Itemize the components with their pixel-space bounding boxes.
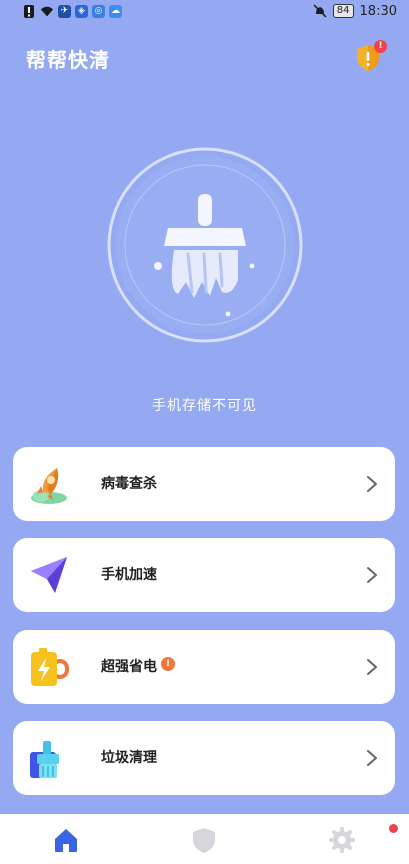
feature-card-power-saving[interactable]: 超强省电 ! bbox=[13, 630, 395, 704]
chevron-right-icon bbox=[367, 750, 377, 766]
battery-bolt-icon bbox=[27, 645, 71, 689]
alert-icon bbox=[22, 4, 36, 18]
wifi-icon bbox=[40, 4, 54, 18]
broom-icon bbox=[107, 147, 303, 343]
settings-icon bbox=[329, 827, 355, 853]
feature-card-virus-scan[interactable]: 病毒查杀 bbox=[13, 447, 395, 521]
clock: 18:30 bbox=[359, 3, 397, 19]
storage-status-text: 手机存储不可见 bbox=[152, 398, 257, 414]
trash-brush-icon bbox=[27, 736, 71, 780]
chevron-right-icon bbox=[367, 659, 377, 675]
paper-plane-icon bbox=[27, 553, 71, 597]
shield-app-icon: ◈ bbox=[75, 4, 88, 18]
chevron-right-icon bbox=[367, 567, 377, 583]
feature-card-junk-clean[interactable]: 垃圾清理 bbox=[13, 721, 395, 795]
chevron-right-icon bbox=[367, 476, 377, 492]
nav-settings[interactable] bbox=[328, 826, 356, 854]
feature-card-phone-speedup[interactable]: 手机加速 bbox=[13, 538, 395, 612]
settings-notification-dot bbox=[389, 824, 398, 833]
app-title: 帮帮快清 bbox=[26, 48, 110, 72]
feature-badge: ! bbox=[161, 657, 175, 671]
status-bar: ✈ ◈ ◎ ☁ 84 18:30 bbox=[0, 0, 409, 22]
status-right-icons: 84 18:30 bbox=[313, 4, 397, 19]
status-left-icons: ✈ ◈ ◎ ☁ bbox=[22, 4, 122, 18]
shield-icon bbox=[193, 828, 215, 853]
feature-label: 超强省电 bbox=[101, 659, 157, 675]
home-icon bbox=[55, 829, 77, 852]
cloud-app-icon: ☁ bbox=[109, 4, 122, 18]
nav-shield[interactable] bbox=[190, 826, 218, 854]
mute-bell-icon bbox=[313, 4, 327, 18]
bottom-nav bbox=[0, 814, 409, 864]
browser-app-icon: ◎ bbox=[92, 4, 105, 18]
clean-button[interactable] bbox=[106, 146, 304, 344]
rocket-icon bbox=[27, 462, 71, 506]
feature-label: 病毒查杀 bbox=[101, 476, 157, 492]
nav-home[interactable] bbox=[52, 826, 80, 854]
notification-badge: ! bbox=[374, 40, 387, 53]
bird-app-icon: ✈ bbox=[58, 4, 71, 18]
battery-icon: 84 bbox=[332, 4, 354, 18]
feature-label: 垃圾清理 bbox=[101, 750, 157, 766]
feature-label: 手机加速 bbox=[101, 567, 157, 583]
